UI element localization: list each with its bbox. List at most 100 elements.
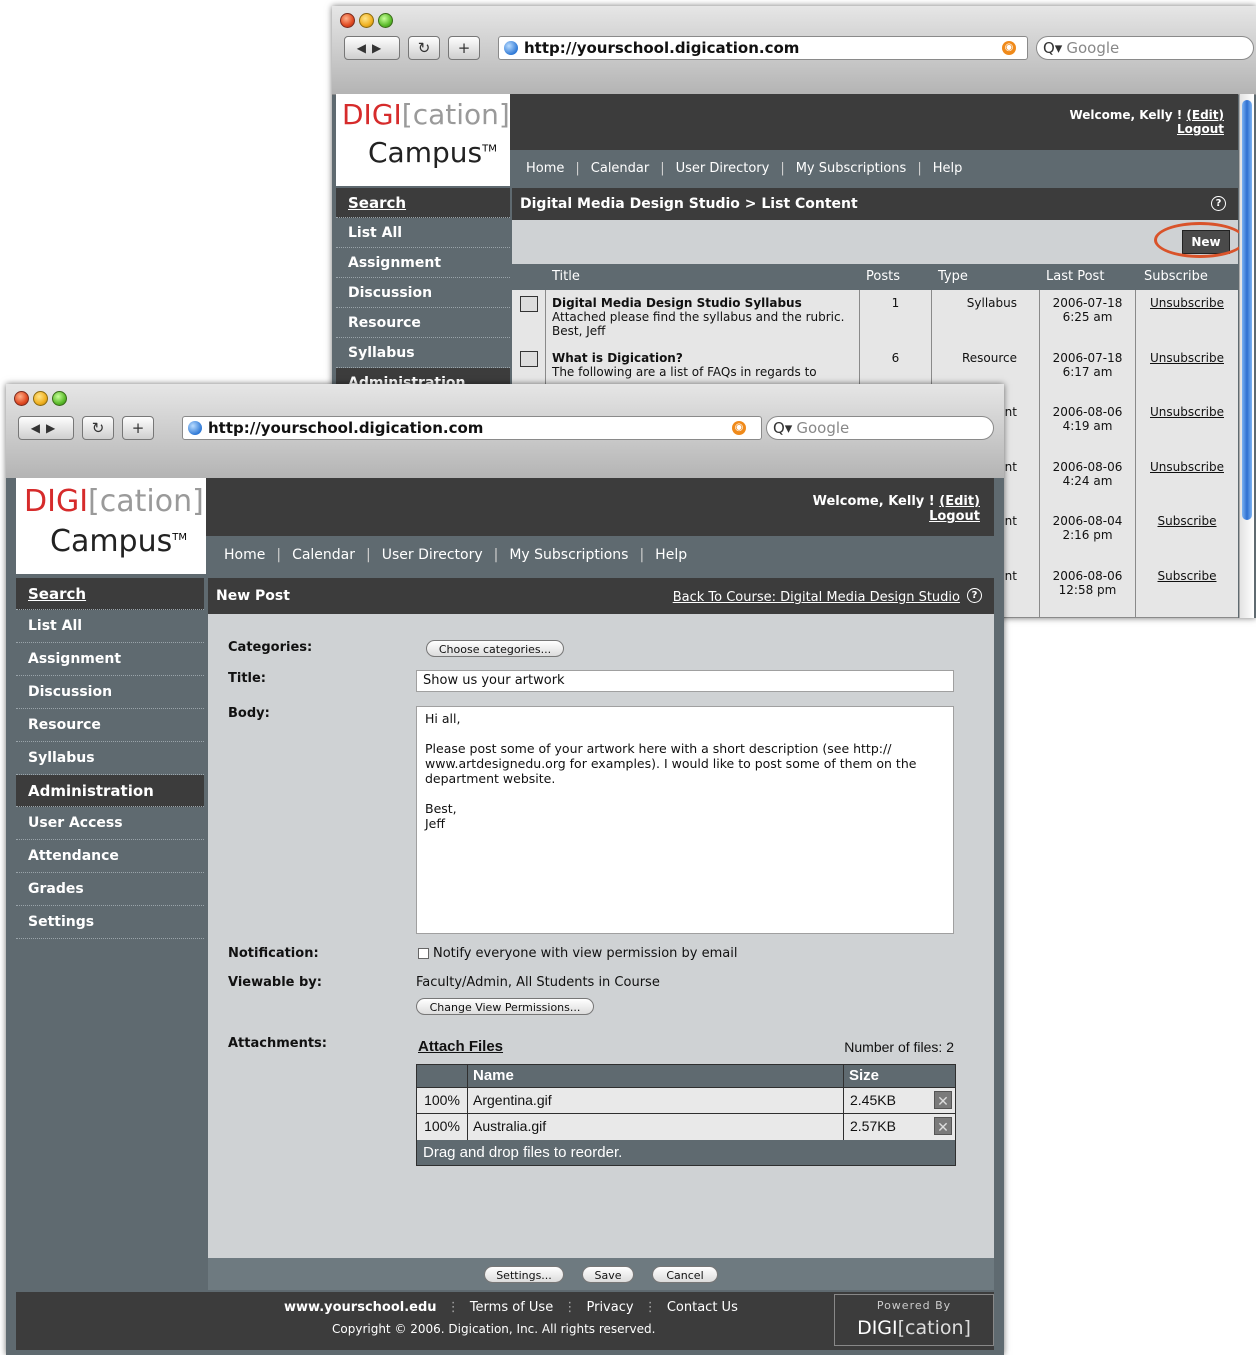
back-forward-button[interactable]: ◀▶ xyxy=(18,416,74,440)
back-forward-button[interactable]: ◀▶ xyxy=(344,36,400,60)
nav-my-subscriptions[interactable]: My Subscriptions xyxy=(796,161,907,176)
attach-files-link[interactable]: Attach Files xyxy=(418,1038,503,1055)
col-last-post[interactable]: Last Post xyxy=(1046,269,1104,284)
choose-categories-button[interactable]: Choose categories... xyxy=(426,640,564,657)
cancel-button[interactable]: Cancel xyxy=(652,1266,718,1283)
search-placeholder: Google xyxy=(1066,39,1120,57)
change-view-permissions-button[interactable]: Change View Permissions... xyxy=(416,998,594,1015)
sidebar-assignment[interactable]: Assignment xyxy=(16,643,204,676)
url-bar[interactable]: http://yourschool.digication.com xyxy=(498,36,1028,60)
add-bookmark-button[interactable]: + xyxy=(448,36,480,60)
attachment-row[interactable]: 100% Argentina.gif 2.45KB ✕ xyxy=(417,1087,955,1114)
nav-home[interactable]: Home xyxy=(526,161,564,176)
help-icon[interactable]: ? xyxy=(1211,196,1226,211)
subscribe-link[interactable]: Unsubscribe xyxy=(1150,296,1224,310)
col-subscribe[interactable]: Subscribe xyxy=(1144,269,1208,284)
url-text: http://yourschool.digication.com xyxy=(208,419,484,437)
reload-button[interactable]: ↻ xyxy=(408,36,440,60)
footer-privacy-link[interactable]: Privacy xyxy=(586,1300,633,1315)
zoom-window-icon[interactable] xyxy=(52,391,67,406)
close-window-icon[interactable] xyxy=(14,391,29,406)
nav-calendar[interactable]: Calendar xyxy=(292,547,355,563)
edit-profile-link[interactable]: (Edit) xyxy=(1186,108,1224,122)
col-type[interactable]: Type xyxy=(938,269,968,284)
search-field[interactable]: Q▾ Google xyxy=(1036,36,1254,60)
sidebar-settings[interactable]: Settings xyxy=(16,906,204,939)
nav-user-directory[interactable]: User Directory xyxy=(676,161,770,176)
sidebar-attendance[interactable]: Attendance xyxy=(16,840,204,873)
nav-user-directory[interactable]: User Directory xyxy=(382,547,483,563)
rss-icon[interactable]: ◉ xyxy=(1002,41,1016,55)
subscribe-link[interactable]: Subscribe xyxy=(1158,514,1217,528)
sidebar-discussion[interactable]: Discussion xyxy=(16,676,204,709)
digication-logo[interactable]: DIGI[cation] CampusTM xyxy=(336,94,510,186)
post-title[interactable]: Digital Media Design Studio Syllabus xyxy=(552,296,853,310)
nav-help[interactable]: Help xyxy=(933,161,963,176)
nav-calendar[interactable]: Calendar xyxy=(591,161,649,176)
vertical-scrollbar[interactable] xyxy=(1239,94,1254,618)
row-icon-cell xyxy=(512,290,546,345)
sidebar-search[interactable]: Search xyxy=(16,578,204,610)
subscribe-link[interactable]: Subscribe xyxy=(1158,569,1217,583)
last-post-time: 2:16 pm xyxy=(1062,528,1113,542)
col-posts[interactable]: Posts xyxy=(866,269,900,284)
col-title[interactable]: Title xyxy=(552,269,580,284)
attachment-row[interactable]: 100% Australia.gif 2.57KB ✕ xyxy=(417,1113,955,1140)
edit-profile-link[interactable]: (Edit) xyxy=(939,494,980,509)
globe-icon xyxy=(188,421,202,435)
minimize-window-icon[interactable] xyxy=(359,13,374,28)
logout-link[interactable]: Logout xyxy=(1177,122,1224,136)
logout-link[interactable]: Logout xyxy=(929,509,980,524)
close-window-icon[interactable] xyxy=(340,13,355,28)
list-content-title-bar: Digital Media Design Studio > List Conte… xyxy=(512,188,1238,220)
sidebar-resource[interactable]: Resource xyxy=(16,709,204,742)
remove-attachment-icon[interactable]: ✕ xyxy=(934,1117,952,1135)
sidebar-user-access[interactable]: User Access xyxy=(16,807,204,840)
settings-button[interactable]: Settings... xyxy=(484,1266,564,1283)
sidebar-administration[interactable]: Administration xyxy=(16,775,204,807)
search-field[interactable]: Q▾ Google xyxy=(766,416,994,440)
subscribe-link[interactable]: Unsubscribe xyxy=(1150,405,1224,419)
sidebar-syllabus[interactable]: Syllabus xyxy=(16,742,204,775)
sidebar-search[interactable]: Search xyxy=(336,188,510,218)
scrollbar-thumb[interactable] xyxy=(1242,100,1252,520)
post-type: Resource xyxy=(961,350,1017,365)
sidebar-syllabus[interactable]: Syllabus xyxy=(336,338,510,368)
reload-button[interactable]: ↻ xyxy=(82,416,114,440)
sidebar-discussion[interactable]: Discussion xyxy=(336,278,510,308)
help-icon[interactable]: ? xyxy=(967,588,982,603)
row-last-post-cell: 2006-08-06 12:58 pm xyxy=(1040,562,1136,617)
digication-logo[interactable]: DIGI[cation] CampusTM xyxy=(16,478,206,574)
back-to-course-link[interactable]: Back To Course: Digital Media Design Stu… xyxy=(673,580,960,616)
post-title[interactable]: What is Digication? xyxy=(552,351,853,365)
list-row[interactable]: Digital Media Design Studio Syllabus Atta… xyxy=(512,290,1238,346)
nav-home[interactable]: Home xyxy=(224,547,265,563)
notify-checkbox[interactable] xyxy=(418,948,429,959)
minimize-window-icon[interactable] xyxy=(33,391,48,406)
subscribe-link[interactable]: Unsubscribe xyxy=(1150,351,1224,365)
sidebar-list-all[interactable]: List All xyxy=(16,610,204,643)
url-bar[interactable]: http://yourschool.digication.com xyxy=(182,416,762,440)
footer-contact-link[interactable]: Contact Us xyxy=(667,1300,738,1315)
footer-terms-link[interactable]: Terms of Use xyxy=(470,1300,553,1315)
logo-tm: TM xyxy=(482,143,497,155)
sidebar-assignment[interactable]: Assignment xyxy=(336,248,510,278)
sidebar-resource[interactable]: Resource xyxy=(336,308,510,338)
sidebar-grades[interactable]: Grades xyxy=(16,873,204,906)
body-textarea[interactable]: Hi all, Please post some of your artwork … xyxy=(416,706,954,934)
save-button[interactable]: Save xyxy=(582,1266,634,1283)
subscribe-link[interactable]: Unsubscribe xyxy=(1150,460,1224,474)
zoom-window-icon[interactable] xyxy=(378,13,393,28)
nav-help[interactable]: Help xyxy=(655,547,687,563)
title-input[interactable]: Show us your artwork xyxy=(416,670,954,692)
remove-attachment-icon[interactable]: ✕ xyxy=(934,1091,952,1109)
rss-icon[interactable]: ◉ xyxy=(732,421,746,435)
add-bookmark-button[interactable]: + xyxy=(122,416,154,440)
powered-by-badge[interactable]: Powered By DIGI[cation] xyxy=(834,1294,994,1346)
sidebar-list-all[interactable]: List All xyxy=(336,218,510,248)
footer-school-link[interactable]: www.yourschool.edu xyxy=(284,1300,437,1315)
nav-my-subscriptions[interactable]: My Subscriptions xyxy=(509,547,628,563)
notify-text[interactable]: Notify everyone with view permission by … xyxy=(433,946,737,961)
last-post-time: 12:58 pm xyxy=(1058,582,1117,597)
post-desc-line1: The following are a list of FAQs in rega… xyxy=(552,364,817,379)
